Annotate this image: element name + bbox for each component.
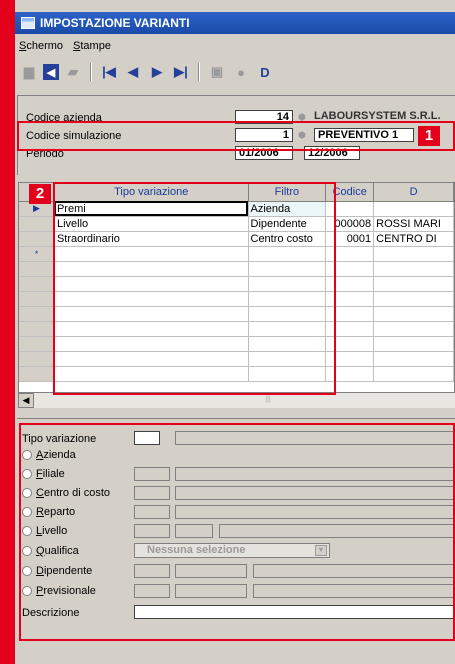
scroll-left-icon[interactable]: ◀ — [18, 393, 34, 408]
first-record-icon[interactable]: |◀ — [99, 62, 119, 82]
empty-cell — [373, 306, 454, 322]
callout-box-1 — [17, 121, 455, 151]
title-bar: IMPOSTAZIONE VARIANTI — [15, 12, 455, 34]
previous-record-icon[interactable]: ◀ — [123, 62, 143, 82]
row-selector — [19, 351, 55, 367]
row-selector — [19, 336, 55, 352]
row-selector — [19, 291, 55, 307]
empty-cell — [373, 351, 454, 367]
empty-cell — [373, 321, 454, 337]
row-selector — [19, 261, 55, 277]
row-selector — [19, 321, 55, 337]
search-icon[interactable]: ● — [231, 62, 251, 82]
main-window: IMPOSTAZIONE VARIANTI Schermo Stampe ▆ ◀… — [15, 0, 455, 664]
empty-cell — [373, 336, 454, 352]
toolbar-separator — [198, 63, 200, 81]
callout-badge-1: 1 — [418, 126, 440, 146]
cell-descrizione[interactable]: CENTRO DI — [373, 231, 454, 247]
toolbar: ▆ ◀ ▰ |◀ ◀ ▶ ▶| ▣ ● D — [19, 60, 451, 84]
callout-badge-2: 2 — [29, 184, 51, 204]
cell-descrizione[interactable] — [373, 201, 454, 217]
row-selector — [19, 366, 55, 382]
row-selector — [19, 306, 55, 322]
col-header-descrizione[interactable]: D — [373, 183, 454, 202]
menu-stampe[interactable]: Stampe — [73, 40, 111, 52]
window-icon — [21, 17, 35, 29]
menu-schermo[interactable]: Schermo — [19, 40, 63, 52]
empty-cell — [373, 276, 454, 292]
save-icon[interactable]: ▆ — [19, 62, 39, 82]
report-icon[interactable]: D — [255, 62, 275, 82]
row-selector — [19, 216, 55, 232]
menu-bar: Schermo Stampe — [15, 37, 455, 55]
toolbar-separator — [90, 63, 92, 81]
new-row-marker: * — [19, 246, 55, 262]
scroll-thumb[interactable]: ||| — [208, 396, 328, 405]
row-selector — [19, 231, 55, 247]
callout-box-3 — [19, 423, 455, 641]
callout-box-2 — [53, 182, 336, 395]
binoculars-icon[interactable]: ▣ — [207, 62, 227, 82]
empty-cell — [373, 366, 454, 382]
last-record-icon[interactable]: ▶| — [171, 62, 191, 82]
empty-cell — [373, 261, 454, 277]
edit-icon[interactable]: ▰ — [63, 62, 83, 82]
row-selector — [19, 276, 55, 292]
empty-cell — [373, 291, 454, 307]
cell-descrizione[interactable]: ROSSI MARI — [373, 216, 454, 232]
empty-cell[interactable] — [373, 246, 454, 262]
next-record-icon[interactable]: ▶ — [147, 62, 167, 82]
exit-icon[interactable]: ◀ — [43, 64, 59, 80]
window-title: IMPOSTAZIONE VARIANTI — [40, 16, 190, 30]
